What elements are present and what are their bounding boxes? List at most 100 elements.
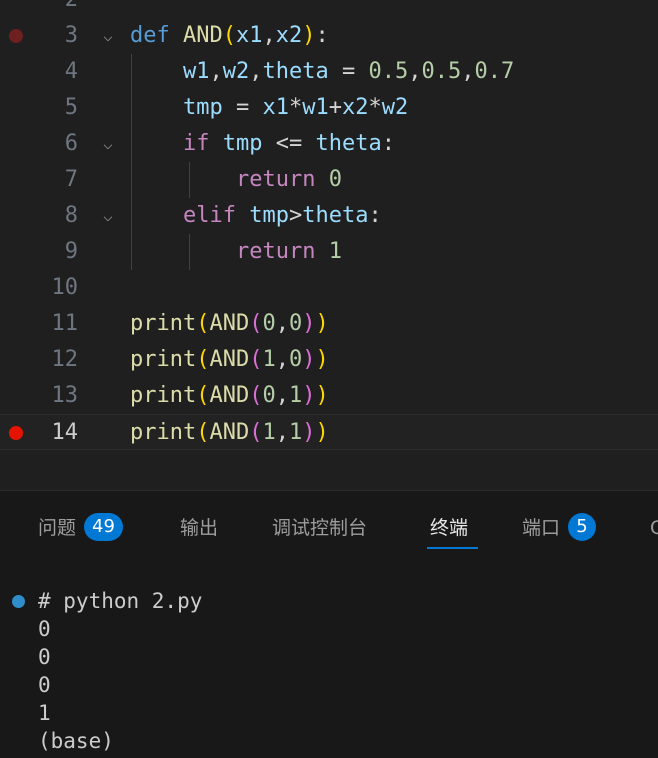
code-line[interactable]: 2 xyxy=(0,0,658,18)
line-number: 8 xyxy=(64,203,78,228)
code-token: theta xyxy=(315,131,382,156)
fold-chevron-icon[interactable]: ⌵ xyxy=(98,134,118,154)
code-text[interactable]: print(AND(0,0)) xyxy=(130,306,329,342)
code-line[interactable]: 11 print(AND(0,0)) xyxy=(0,306,658,342)
code-token: > xyxy=(288,203,303,228)
command-status-dot-icon[interactable] xyxy=(12,595,25,608)
code-token: : xyxy=(381,131,395,156)
active-tab-indicator xyxy=(427,547,478,549)
code-token: AND xyxy=(209,383,250,408)
code-text[interactable]: tmp = x1*w1+x2*w2 xyxy=(130,90,408,126)
terminal-env-line: (base) xyxy=(38,729,114,753)
tab-label: 输出 xyxy=(180,517,219,539)
code-token: 1 xyxy=(262,420,276,445)
fold-chevron-icon[interactable]: ⌵ xyxy=(98,206,118,226)
line-number: 11 xyxy=(51,311,79,336)
code-token: 1 xyxy=(288,420,303,445)
code-token: ) xyxy=(302,347,316,372)
code-token: : xyxy=(368,203,382,228)
line-number: 7 xyxy=(64,167,78,192)
code-token: ( xyxy=(249,347,263,372)
breakpoint-icon[interactable] xyxy=(9,426,23,440)
code-text[interactable]: print(AND(1,1)) xyxy=(130,415,329,451)
line-number: 9 xyxy=(64,239,78,264)
tab-label: G xyxy=(650,517,658,539)
code-line[interactable]: 4 w1,w2,theta = 0.5,0.5,0.7 xyxy=(0,54,658,90)
terminal-output-line: 0 xyxy=(38,645,51,669)
code-token: , xyxy=(461,59,475,84)
tab-output[interactable]: 输出 xyxy=(180,513,218,543)
code-token: * xyxy=(368,95,382,120)
tab-label: 端口 xyxy=(522,517,561,539)
code-token: , xyxy=(262,23,276,48)
code-editor[interactable]: 2 3 ⌵ def AND(x1,x2): 4 w1,w2,theta = 0.… xyxy=(0,0,658,490)
code-token: 0.5 xyxy=(421,59,462,84)
line-number: 10 xyxy=(51,275,79,300)
code-token: ) xyxy=(315,347,329,372)
tab-terminal[interactable]: 终端 xyxy=(430,513,468,543)
code-line[interactable]: 7 return 0 xyxy=(0,162,658,198)
terminal-output-line: 1 xyxy=(38,701,51,725)
code-token: ( xyxy=(196,311,210,336)
code-token: 0 xyxy=(288,311,303,336)
code-line[interactable]: 13 print(AND(0,1)) xyxy=(0,378,658,414)
code-token: ) xyxy=(315,311,329,336)
code-text[interactable]: print(AND(0,1)) xyxy=(130,378,329,414)
tab-gitlens-cut[interactable]: G xyxy=(650,513,658,543)
code-token: ( xyxy=(196,383,210,408)
code-token: tmp xyxy=(182,95,223,120)
code-token: AND xyxy=(182,23,223,48)
code-token: , xyxy=(275,347,289,372)
code-token: * xyxy=(288,95,303,120)
code-token: ( xyxy=(249,420,263,445)
code-text[interactable]: return 1 xyxy=(130,234,342,270)
code-text[interactable]: elif tmp>theta: xyxy=(130,198,382,234)
code-token: elif xyxy=(182,203,250,228)
tab-ports[interactable]: 端口 5 xyxy=(522,513,597,543)
code-line[interactable]: 10 xyxy=(0,270,658,306)
code-token: ( xyxy=(222,23,236,48)
tab-debug-console[interactable]: 调试控制台 xyxy=(272,513,367,543)
code-token: x1 xyxy=(262,95,289,120)
code-token: , xyxy=(275,383,289,408)
indent-guide xyxy=(189,234,190,270)
code-token: ) xyxy=(302,23,316,48)
code-line[interactable]: 9 return 1 xyxy=(0,234,658,270)
code-token: ) xyxy=(315,420,329,445)
code-token: 0.7 xyxy=(474,59,515,84)
fold-chevron-icon[interactable]: ⌵ xyxy=(98,26,118,46)
code-token: , xyxy=(408,59,422,84)
terminal-output-line: 0 xyxy=(38,617,51,641)
code-text[interactable]: def AND(x1,x2): xyxy=(130,18,329,54)
breakpoint-dim-icon[interactable] xyxy=(9,29,23,43)
code-line[interactable]: 3 ⌵ def AND(x1,x2): xyxy=(0,18,658,54)
code-line[interactable]: 12 print(AND(1,0)) xyxy=(0,342,658,378)
code-token: return xyxy=(235,167,329,192)
code-token: ) xyxy=(302,420,316,445)
tab-label: 问题 xyxy=(38,517,77,539)
line-number: 4 xyxy=(64,59,78,84)
tab-label: 终端 xyxy=(430,517,469,539)
code-token: + xyxy=(328,95,342,120)
line-number: 13 xyxy=(51,383,79,408)
code-line[interactable]: 5 tmp = x1*w1+x2*w2 xyxy=(0,90,658,126)
code-token: print xyxy=(130,383,197,408)
code-text[interactable]: print(AND(1,0)) xyxy=(130,342,329,378)
code-token: AND xyxy=(209,420,250,445)
code-token: x2 xyxy=(275,23,303,48)
code-text[interactable]: w1,w2,theta = 0.5,0.5,0.7 xyxy=(130,54,514,90)
code-token: , xyxy=(275,420,289,445)
code-line-current[interactable]: 14 print(AND(1,1)) xyxy=(0,414,658,450)
code-token: ) xyxy=(302,383,316,408)
code-line[interactable]: 8 ⌵ elif tmp>theta: xyxy=(0,198,658,234)
tab-problems[interactable]: 问题 49 xyxy=(38,513,123,543)
code-text[interactable]: return 0 xyxy=(130,162,342,198)
indent-guide xyxy=(131,54,132,270)
line-number: 5 xyxy=(64,95,78,120)
problems-count-badge: 49 xyxy=(84,513,123,541)
code-line[interactable]: 6 ⌵ if tmp <= theta: xyxy=(0,126,658,162)
code-text[interactable]: if tmp <= theta: xyxy=(130,126,395,162)
